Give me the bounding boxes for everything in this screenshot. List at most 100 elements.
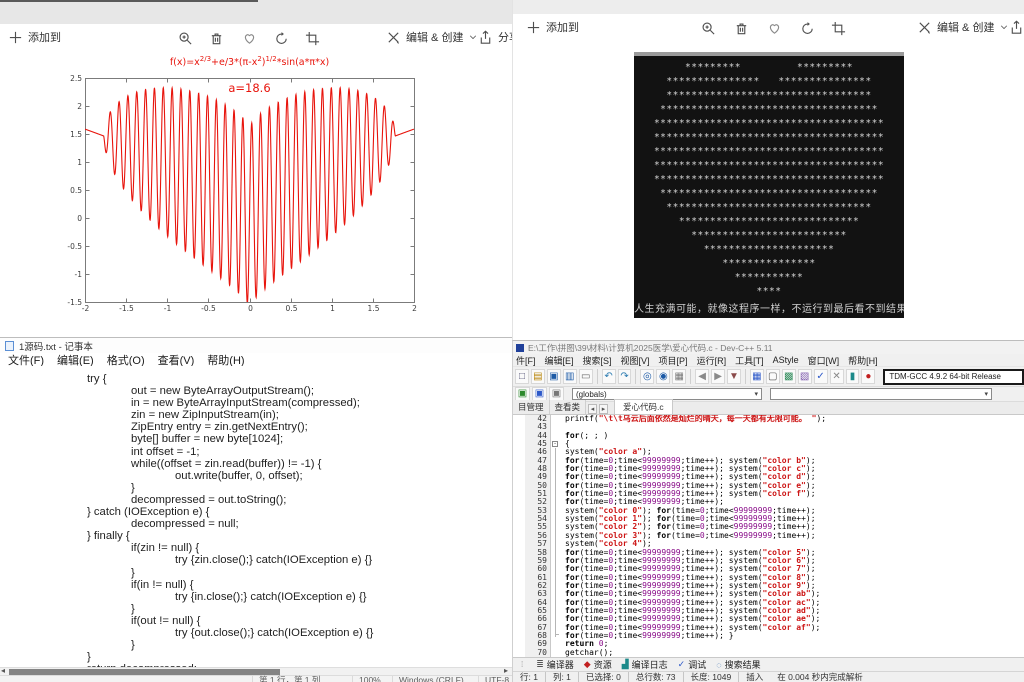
fold-gutter <box>551 599 560 607</box>
share-button[interactable]: 分享 <box>478 29 512 45</box>
tab-class-view[interactable]: 查看类 <box>550 400 587 414</box>
new-file-icon[interactable]: □ <box>515 369 529 384</box>
print-icon[interactable]: ▭ <box>579 369 593 384</box>
ascii-heart-row: ********************************* <box>634 201 904 215</box>
rotate-icon[interactable] <box>274 31 289 46</box>
text-line: } <box>0 567 512 579</box>
fold-gutter <box>551 415 560 423</box>
menu-item[interactable]: 项目[P] <box>659 354 688 367</box>
status-segment: 在 0.004 秒内完成解析 <box>770 672 870 682</box>
syntax-check-icon[interactable]: ✓ <box>814 369 828 384</box>
goto-line-icon[interactable]: ▦ <box>672 369 686 384</box>
edit-create-button[interactable]: 编辑 & 创建 <box>386 29 478 45</box>
scroll-left-arrow[interactable]: ◂ <box>1 667 5 675</box>
panel-tab-资源[interactable]: ◆资源 <box>584 658 612 671</box>
cursor-position: 第 1 行，第 1 列 <box>252 676 320 682</box>
search-results-icon: ◌ <box>716 660 721 670</box>
tab-project-manager[interactable]: 目管理 <box>513 400 550 414</box>
text-line: try { <box>0 373 512 385</box>
menu-item[interactable]: 窗口[W] <box>808 354 840 367</box>
text-line: try {out.close();} catch(IOException e) … <box>0 627 512 639</box>
compile-run-icon[interactable]: ▩ <box>782 369 796 384</box>
save-icon[interactable]: ▣ <box>547 369 561 384</box>
text-line: int offset = -1; <box>0 446 512 458</box>
panel-tab-label: 调试 <box>688 658 706 671</box>
menu-item[interactable]: AStyle <box>773 355 799 365</box>
fold-gutter <box>551 532 560 540</box>
fold-gutter <box>551 582 560 590</box>
delete-icon[interactable] <box>209 31 224 46</box>
debug-icon[interactable]: ● <box>861 369 875 384</box>
menu-item[interactable]: 编辑[E] <box>545 354 574 367</box>
compile-icon[interactable]: ▦ <box>750 369 764 384</box>
tab-scroll-right[interactable]: ▸ <box>599 404 608 414</box>
scroll-right-arrow[interactable]: ▸ <box>504 667 508 675</box>
edit-create-button[interactable]: 编辑 & 创建 <box>917 19 1009 35</box>
menu-item[interactable]: 帮助[H] <box>848 354 878 367</box>
menu-item[interactable]: 工具[T] <box>735 354 764 367</box>
back-icon[interactable]: ◀ <box>695 369 709 384</box>
crop-icon[interactable] <box>305 31 320 46</box>
ascii-heart-row: ************************* <box>634 229 904 243</box>
toolbar-separator <box>635 369 636 384</box>
ascii-heart: ********* ************************ *****… <box>634 61 904 299</box>
rebuild-icon[interactable]: ▧ <box>798 369 812 384</box>
zoom-icon[interactable] <box>178 31 193 46</box>
abort-icon[interactable]: ▼ <box>727 369 741 384</box>
members-select[interactable]: ▾ <box>770 388 992 400</box>
fold-collapse-icon[interactable]: - <box>552 441 558 447</box>
notepad-text-area[interactable]: try {out = new ByteArrayOutputStream();i… <box>0 366 512 667</box>
forward-icon[interactable]: ▶ <box>711 369 725 384</box>
code-line: 44for(; ; ) <box>513 432 1024 440</box>
undo-icon[interactable]: ↶ <box>602 369 616 384</box>
tab-scroll-left[interactable]: ◂ <box>588 404 597 414</box>
devcpp-icon <box>516 344 524 352</box>
panel-tab-编译器[interactable]: ≣编译器 <box>536 658 574 671</box>
panel-tab-搜索结果[interactable]: ◌搜索结果 <box>716 658 760 671</box>
window-top-edge <box>0 0 258 2</box>
panel-tab-编译日志[interactable]: ▟编译日志 <box>622 658 668 671</box>
photos-titlebar <box>0 0 512 24</box>
editor-file-tab[interactable]: 爱心代码.c <box>614 399 673 414</box>
open-file-icon[interactable]: ▤ <box>531 369 545 384</box>
text-line: decompressed = out.toString(); <box>0 494 512 506</box>
replace-icon[interactable]: ◉ <box>656 369 670 384</box>
panel-tab-调试[interactable]: ✓调试 <box>678 658 707 671</box>
delete-icon[interactable] <box>734 21 749 36</box>
window-title: 1源码.txt - 记事本 <box>19 339 93 353</box>
close-file-icon[interactable]: ✕ <box>830 369 844 384</box>
text-line: in = new ByteArrayInputStream(compressed… <box>0 397 512 409</box>
rotate-icon[interactable] <box>800 21 815 36</box>
add-to-button[interactable]: 添加到 <box>8 29 61 45</box>
compiler-select[interactable]: TDM-GCC 4.9.2 64-bit Release <box>883 369 1024 385</box>
code-editor[interactable]: 42printf("\t\t乌云后面依然是灿烂的晴天，每一天都有无限可能。 ")… <box>513 415 1024 657</box>
run-icon[interactable]: ▢ <box>766 369 780 384</box>
fold-gutter <box>551 557 560 565</box>
share-button[interactable]: 分享 <box>1009 19 1024 35</box>
photos-window-plot: 添加到 编辑 & 创建 分享 <box>0 0 512 337</box>
status-segment: 行: 1 <box>513 672 546 682</box>
share-icon <box>1009 20 1024 35</box>
profile-icon[interactable]: ▮ <box>846 369 860 384</box>
ascii-heart-row: *************** *************** <box>634 75 904 89</box>
redo-icon[interactable]: ↷ <box>618 369 632 384</box>
code-line: 70getchar(); <box>513 649 1024 657</box>
menu-item[interactable]: 搜索[S] <box>583 354 612 367</box>
menu-item[interactable]: 件[F] <box>516 354 536 367</box>
horizontal-scrollbar[interactable]: ◂ ▸ <box>0 667 512 675</box>
menu-item[interactable]: 运行[R] <box>697 354 727 367</box>
save-all-icon[interactable]: ▥ <box>563 369 577 384</box>
menu-item[interactable]: 视图[V] <box>621 354 650 367</box>
text-line: try {in.close();} catch(IOException e) {… <box>0 591 512 603</box>
favorite-heart-icon[interactable] <box>767 21 782 36</box>
add-to-label: 添加到 <box>546 19 579 35</box>
zoom-icon[interactable] <box>701 21 716 36</box>
find-icon[interactable]: ◎ <box>640 369 654 384</box>
ascii-heart-row: *************** <box>634 257 904 271</box>
add-to-button[interactable]: 添加到 <box>526 19 579 35</box>
ascii-heart-row: ************************************* <box>634 173 904 187</box>
favorite-heart-icon[interactable] <box>242 31 257 46</box>
text-line: if(in != null) { <box>0 579 512 591</box>
text-line: } <box>0 482 512 494</box>
crop-icon[interactable] <box>831 21 846 36</box>
